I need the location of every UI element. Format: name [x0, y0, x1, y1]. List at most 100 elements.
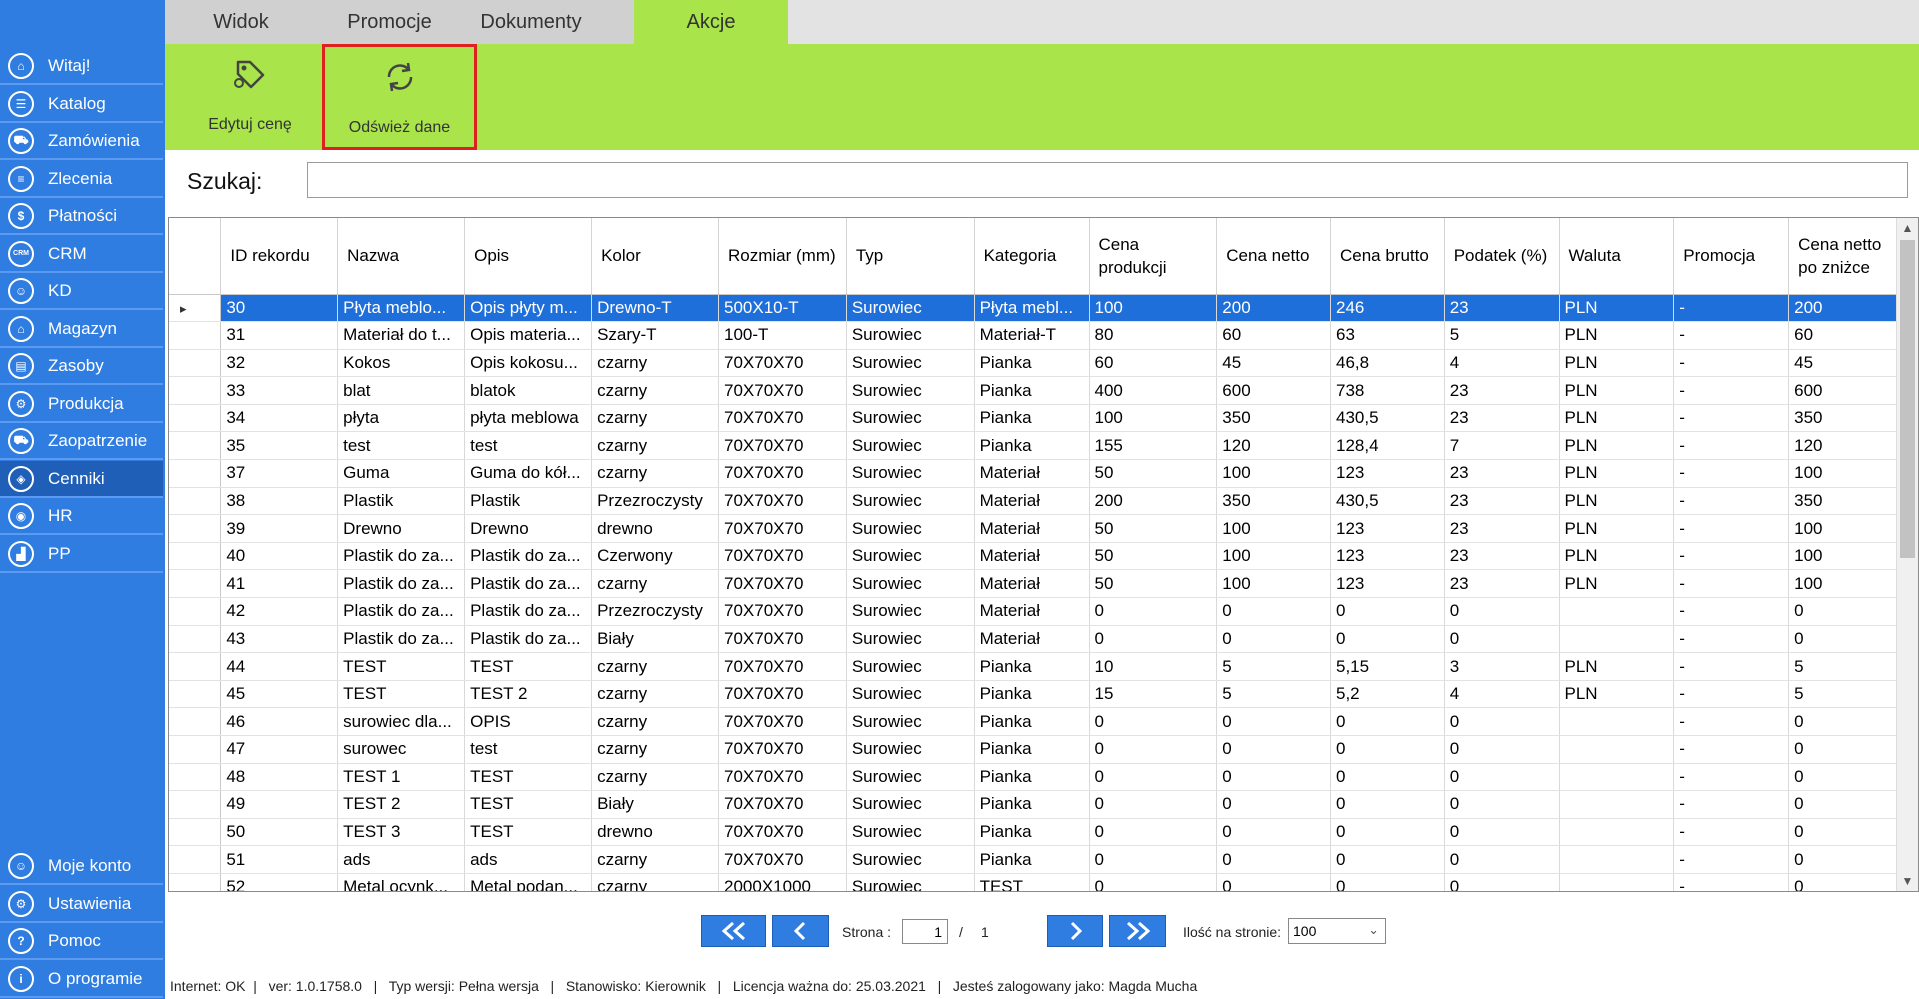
table-cell[interactable]: 23	[1444, 569, 1560, 599]
table-cell[interactable]: Biały	[591, 625, 719, 654]
table-cell[interactable]: 23	[1444, 404, 1560, 433]
table-cell[interactable]: -	[1673, 376, 1790, 405]
table-cell[interactable]: -	[1673, 514, 1790, 543]
table-row[interactable]: 49 TEST 2 TEST Biały 70X70X70 Surowiec Pianka 0…	[169, 790, 1918, 819]
table-cell[interactable]: -	[1673, 569, 1790, 599]
table-cell[interactable]: Pianka	[974, 404, 1090, 433]
table-row[interactable]: 45 TEST TEST 2 czarny 70X70X70 Surowiec Pianka…	[169, 680, 1918, 709]
table-cell[interactable]: 70X70X70	[718, 790, 847, 819]
table-cell[interactable]	[1559, 597, 1675, 626]
table-cell[interactable]: 0	[1788, 763, 1899, 792]
table-cell[interactable]: 4	[1444, 680, 1560, 709]
table-cell[interactable]: czarny	[591, 845, 719, 874]
table-cell[interactable]: 200	[1089, 487, 1218, 516]
table-cell[interactable]: 70X70X70	[718, 680, 847, 709]
table-cell[interactable]: 0	[1444, 597, 1560, 626]
table-cell[interactable]: 0	[1330, 707, 1445, 736]
table-cell[interactable]: Drewno	[337, 514, 466, 543]
row-header[interactable]	[169, 431, 222, 461]
sidebar-item-pomoc[interactable]: ? Pomoc	[0, 923, 163, 958]
table-cell[interactable]: Surowiec	[846, 763, 975, 792]
table-cell[interactable]: Surowiec	[846, 376, 975, 405]
table-cell[interactable]: surowiec dla...	[337, 707, 466, 736]
table-cell[interactable]: 0	[1089, 873, 1218, 891]
table-cell[interactable]: Pianka	[974, 735, 1090, 764]
first-page-button[interactable]	[701, 915, 766, 947]
row-header[interactable]	[169, 569, 222, 599]
table-cell[interactable]: 60	[1216, 321, 1331, 350]
table-cell[interactable]: Plastik do za...	[337, 625, 466, 654]
sidebar-item-cenniki[interactable]: ◈ Cenniki	[0, 461, 163, 496]
table-row[interactable]: 48 TEST 1 TEST czarny 70X70X70 Surowiec Pianka…	[169, 763, 1918, 792]
table-cell[interactable]: 0	[1089, 818, 1218, 847]
table-cell[interactable]: blat	[337, 376, 466, 405]
table-cell[interactable]: PLN	[1559, 514, 1675, 543]
table-cell[interactable]: 430,5	[1330, 487, 1445, 516]
table-cell[interactable]: 70X70X70	[718, 459, 847, 488]
table-cell[interactable]: 0	[1444, 818, 1560, 847]
column-header[interactable]: Promocja	[1673, 218, 1790, 295]
table-cell[interactable]: 0	[1330, 735, 1445, 764]
table-cell[interactable]: 100	[1216, 459, 1331, 488]
page-number-input[interactable]	[902, 919, 948, 944]
table-cell[interactable]: 50	[220, 818, 339, 847]
table-cell[interactable]: test	[464, 431, 593, 461]
table-cell[interactable]: 44	[220, 652, 339, 681]
table-cell[interactable]	[1559, 845, 1675, 874]
table-cell[interactable]: 23	[1444, 542, 1560, 571]
table-cell[interactable]: 70X70X70	[718, 569, 847, 599]
table-cell[interactable]: 23	[1444, 487, 1560, 516]
table-row[interactable]: 47 surowec test czarny 70X70X70 Surowiec Piank…	[169, 735, 1918, 764]
refresh-data-button[interactable]: Odśwież dane	[322, 44, 477, 150]
sidebar-item-zamówienia[interactable]: ⛟ Zamówienia	[0, 123, 163, 158]
sidebar-item-hr[interactable]: ◉ HR	[0, 498, 163, 533]
table-cell[interactable]: 3	[1444, 652, 1560, 681]
table-cell[interactable]: 0	[1788, 707, 1899, 736]
table-cell[interactable]: Materiał	[974, 487, 1090, 516]
table-cell[interactable]: 350	[1788, 487, 1899, 516]
table-cell[interactable]: 200	[1788, 294, 1899, 323]
table-cell[interactable]: PLN	[1559, 404, 1675, 433]
table-cell[interactable]: 0	[1216, 818, 1331, 847]
table-cell[interactable]: 30	[220, 294, 339, 323]
table-cell[interactable]: płyta	[337, 404, 466, 433]
table-cell[interactable]: 5	[1216, 680, 1331, 709]
table-cell[interactable]: TEST 2	[337, 790, 466, 819]
table-cell[interactable]: Surowiec	[846, 680, 975, 709]
row-header[interactable]	[169, 818, 222, 847]
table-cell[interactable]: czarny	[591, 652, 719, 681]
table-cell[interactable]: -	[1673, 404, 1790, 433]
table-cell[interactable]: 70X70X70	[718, 431, 847, 461]
row-header[interactable]	[169, 321, 222, 350]
table-cell[interactable]: 0	[1089, 707, 1218, 736]
table-cell[interactable]: 5	[1444, 321, 1560, 350]
table-cell[interactable]: 70X70X70	[718, 597, 847, 626]
table-cell[interactable]: Plastik	[464, 487, 593, 516]
table-cell[interactable]: 0	[1444, 845, 1560, 874]
table-cell[interactable]: Pianka	[974, 845, 1090, 874]
search-input[interactable]	[307, 162, 1908, 198]
table-cell[interactable]: czarny	[591, 763, 719, 792]
table-cell[interactable]: Surowiec	[846, 569, 975, 599]
table-cell[interactable]: 500X10-T	[718, 294, 847, 323]
table-cell[interactable]: Materiał	[974, 542, 1090, 571]
table-cell[interactable]: 5,15	[1330, 652, 1445, 681]
column-header[interactable]: Opis	[464, 218, 593, 295]
sidebar-item-zaopatrzenie[interactable]: ⛟ Zaopatrzenie	[0, 423, 163, 458]
table-cell[interactable]: Surowiec	[846, 542, 975, 571]
table-cell[interactable]: -	[1673, 680, 1790, 709]
table-cell[interactable]: PLN	[1559, 569, 1675, 599]
table-cell[interactable]: PLN	[1559, 349, 1675, 378]
table-cell[interactable]: Surowiec	[846, 597, 975, 626]
column-header[interactable]: Cena netto po zniżce	[1788, 218, 1899, 295]
table-cell[interactable]: Pianka	[974, 818, 1090, 847]
table-cell[interactable]: Plastik do za...	[464, 569, 593, 599]
table-cell[interactable]: 60	[1089, 349, 1218, 378]
table-cell[interactable]: Surowiec	[846, 873, 975, 891]
table-cell[interactable]: 40	[220, 542, 339, 571]
row-header[interactable]	[169, 707, 222, 736]
table-cell[interactable]: czarny	[591, 735, 719, 764]
sidebar-item-magazyn[interactable]: ⌂ Magazyn	[0, 311, 163, 346]
row-header[interactable]	[169, 514, 222, 543]
table-cell[interactable]: Plastik do za...	[337, 569, 466, 599]
